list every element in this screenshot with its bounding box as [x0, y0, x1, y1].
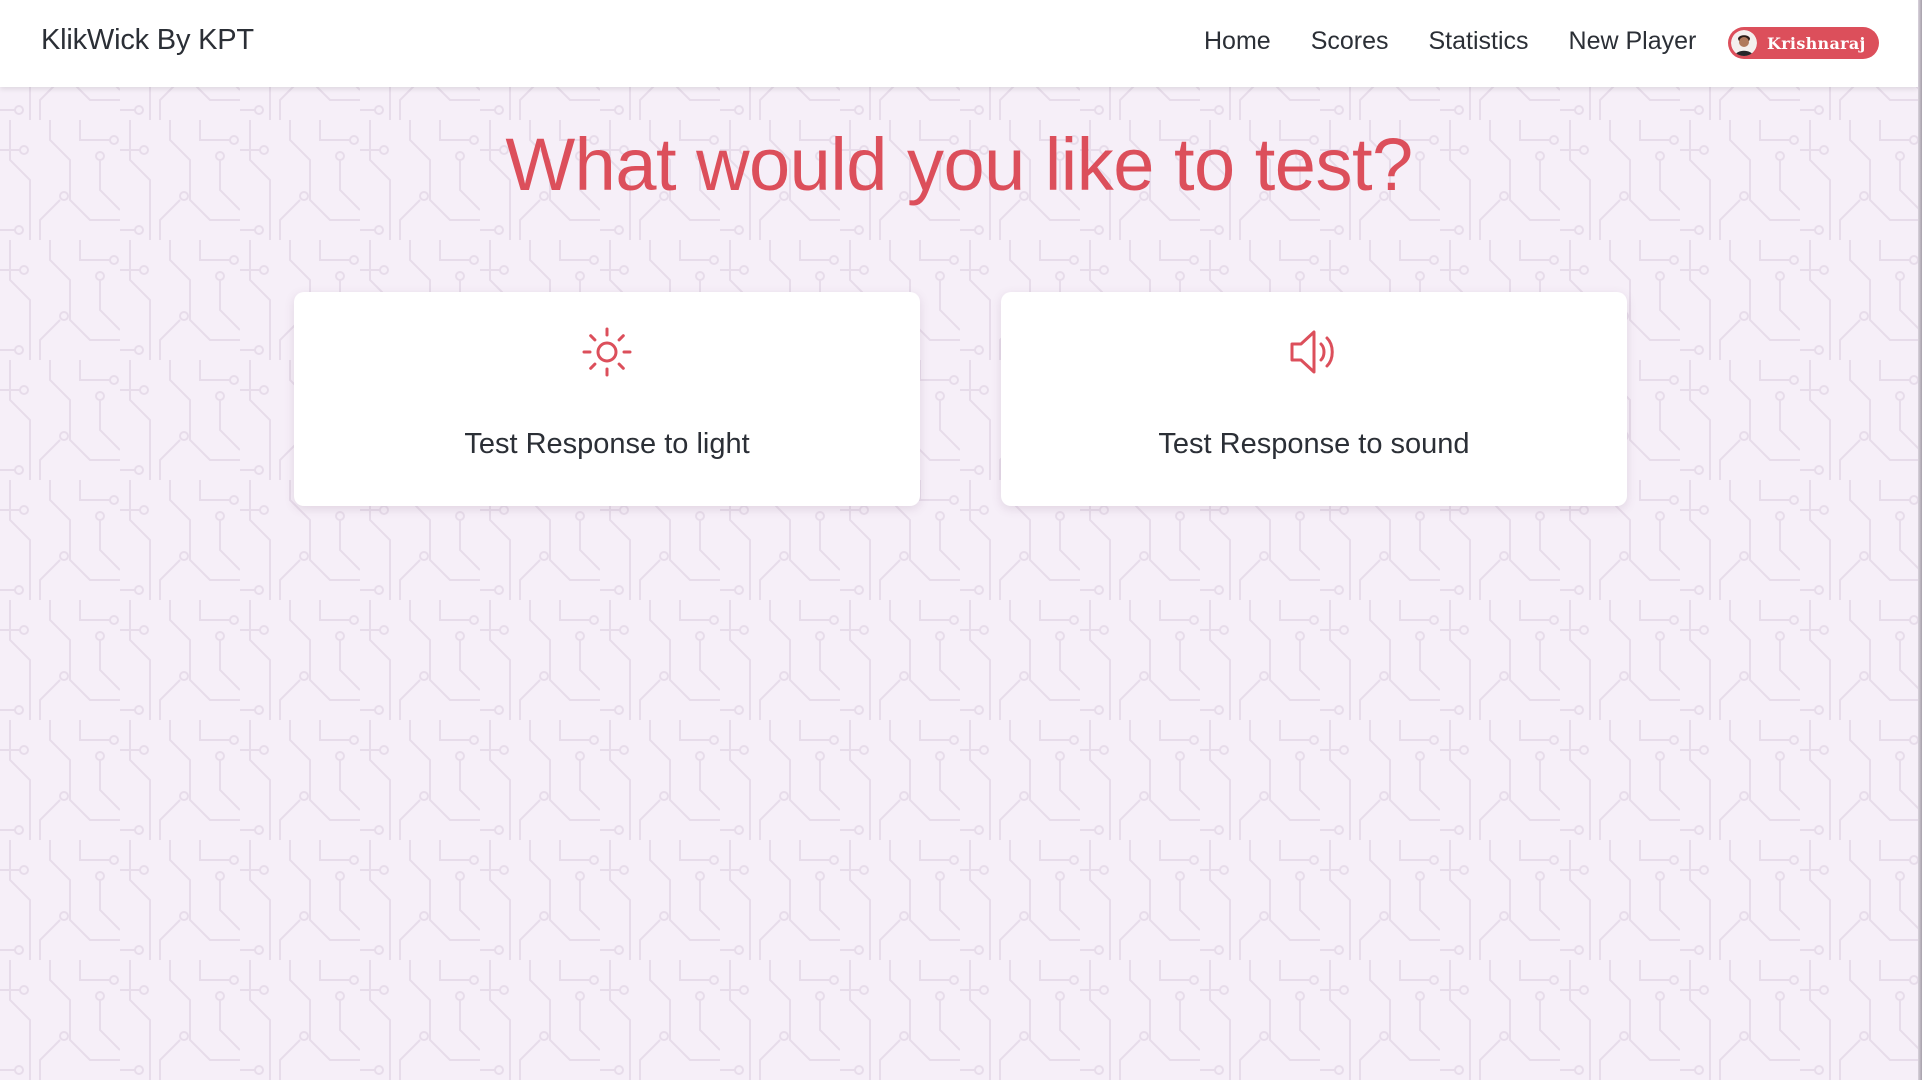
nav-links: Home Scores Statistics New Player [1204, 27, 1696, 56]
nav-link-scores[interactable]: Scores [1311, 27, 1389, 56]
nav-link-home[interactable]: Home [1204, 27, 1271, 56]
user-avatar [1731, 30, 1757, 56]
user-profile-button[interactable]: Krishnaraj [1728, 27, 1879, 59]
top-navbar: KlikWick By KPT Home Scores Statistics N… [0, 0, 1918, 87]
user-name: Krishnaraj [1767, 33, 1866, 53]
sun-icon [582, 327, 632, 377]
test-sound-label: Test Response to sound [1158, 428, 1470, 460]
brand-link[interactable]: KlikWick By KPT [41, 24, 254, 57]
test-sound-card[interactable]: Test Response to sound [1001, 292, 1627, 506]
test-light-card[interactable]: Test Response to light [294, 292, 920, 506]
speaker-volume-icon [1290, 330, 1334, 374]
test-light-label: Test Response to light [464, 428, 750, 460]
page-title: What would you like to test? [505, 123, 1413, 206]
window-edge [1918, 0, 1922, 1080]
nav-link-statistics[interactable]: Statistics [1429, 27, 1529, 56]
nav-link-new-player[interactable]: New Player [1569, 27, 1697, 56]
